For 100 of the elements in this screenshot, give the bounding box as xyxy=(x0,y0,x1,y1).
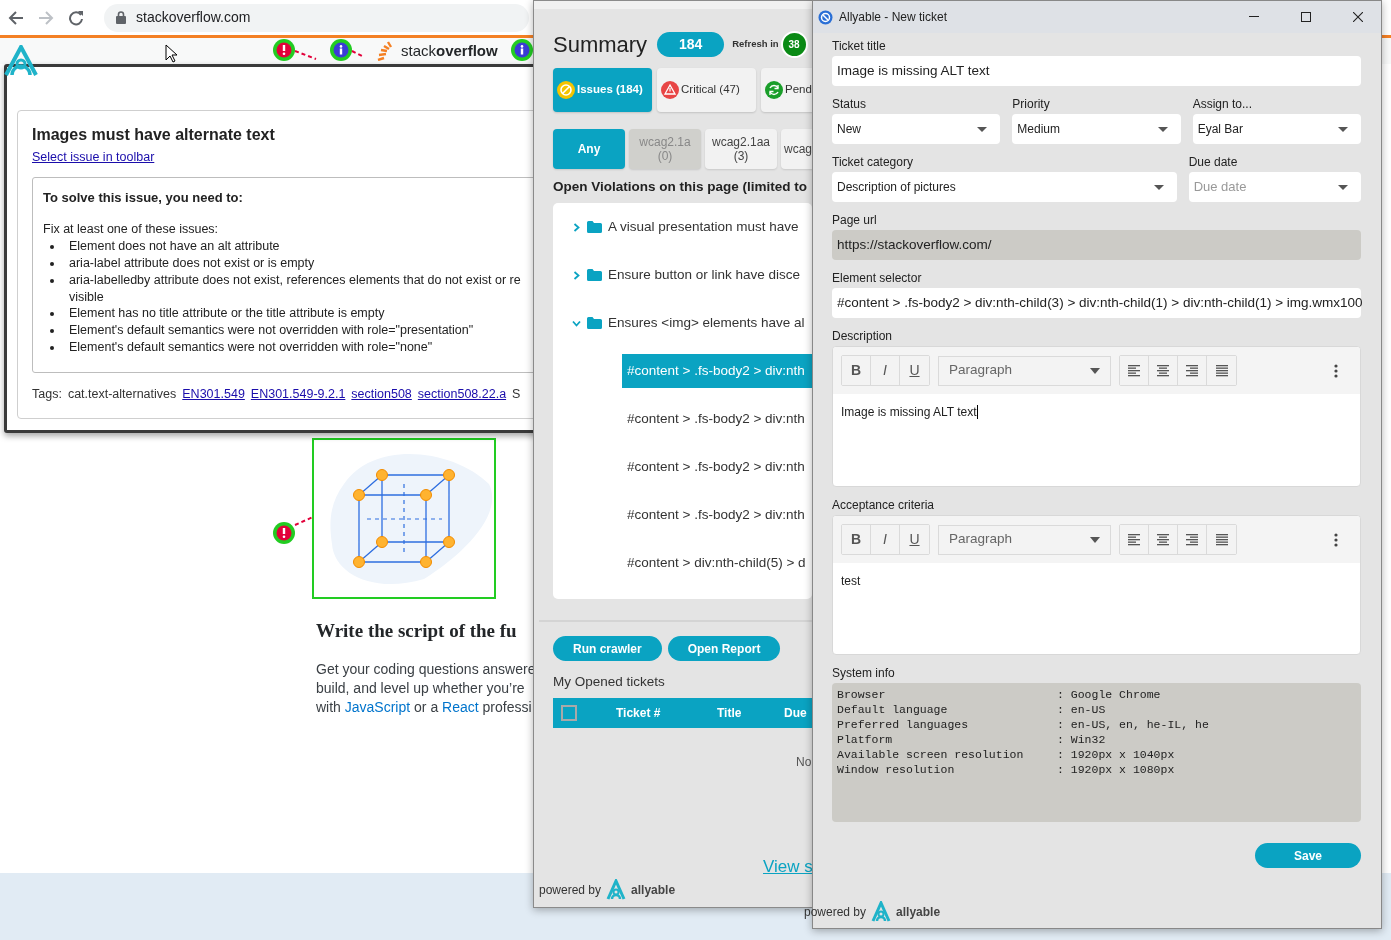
folder-icon xyxy=(587,317,602,329)
column-header: Title xyxy=(717,705,743,722)
caret-icon xyxy=(1152,183,1165,191)
info-key: Window resolution xyxy=(837,762,1057,777)
leader-line xyxy=(351,50,365,58)
folder-icon xyxy=(587,269,602,281)
format-dropdown[interactable]: Paragraph xyxy=(938,355,1111,386)
field-label: Assign to... xyxy=(1192,96,1254,112)
more-icon xyxy=(1334,364,1338,379)
empty-message: No xyxy=(796,754,812,771)
fix-item: Element does not have an alt attribute xyxy=(69,238,280,256)
info-key: Available screen resolution xyxy=(837,747,1057,762)
text-link[interactable]: JavaScript xyxy=(344,698,411,715)
title-field[interactable]: Image is missing ALT text xyxy=(832,56,1361,86)
bold-button[interactable]: B xyxy=(842,525,871,554)
field-label: Element selector xyxy=(832,270,923,286)
minimize-icon xyxy=(1249,16,1259,18)
info-value: : Google Chrome xyxy=(1057,687,1162,702)
tag-link[interactable]: EN301.549-9.2.1 xyxy=(250,385,346,404)
maximize-icon xyxy=(1301,12,1311,22)
violation-group[interactable]: Ensures <img> elements have al xyxy=(553,299,812,347)
category-dropdown[interactable]: Description of pictures xyxy=(832,172,1177,202)
close-icon xyxy=(1353,12,1363,22)
leader-line xyxy=(294,516,314,526)
editor-content[interactable]: Image is missing ALT text xyxy=(833,394,1360,486)
selector-item[interactable]: #content > div:nth-child(5) > d xyxy=(622,546,812,580)
reload-icon[interactable] xyxy=(68,9,84,26)
align-center-icon xyxy=(1157,364,1169,377)
format-dropdown[interactable]: Paragraph xyxy=(938,524,1111,555)
info-key: Default language xyxy=(837,702,1057,717)
back-icon[interactable] xyxy=(8,9,24,26)
filter-chip[interactable]: wcag2.1aa (3) xyxy=(705,129,777,169)
violation-group[interactable]: Ensure button or link have disce xyxy=(553,251,812,299)
selector-item[interactable]: #content > .fs-body2 > div:nth xyxy=(622,402,812,436)
bullet-icon xyxy=(50,262,54,267)
powered-by-label: powered by xyxy=(804,904,867,921)
column-header: Due xyxy=(784,705,807,722)
selector-field[interactable]: #content > .fs-body2 > div:nth-child(3) > div:nth-child(1) > div:nth-child(1) > img.wmx100 xyxy=(832,288,1361,318)
field-label: Page url xyxy=(832,212,878,228)
allyable-logo-icon xyxy=(3,45,39,77)
tag-link[interactable]: section508.22.a xyxy=(417,385,507,404)
priority-dropdown[interactable]: Medium xyxy=(1012,114,1181,144)
field-label: Ticket title xyxy=(832,38,887,54)
caret-icon xyxy=(1090,367,1100,374)
violation-group[interactable]: A visual presentation must have xyxy=(553,203,812,251)
fix-item: Element's default semantics were not overridden with role="none" xyxy=(69,339,433,356)
bold-button[interactable]: B xyxy=(842,356,871,385)
brand-logo-icon xyxy=(870,901,893,923)
field-label: Due date xyxy=(1188,154,1239,170)
fix-intro: Fix at least one of these issues: xyxy=(43,220,220,238)
field-label: Status xyxy=(832,96,868,112)
field-label: Description xyxy=(832,328,894,344)
window-title: Allyable - New ticket xyxy=(839,9,949,26)
info-value: : 1920px x 1040px xyxy=(1057,747,1176,762)
info-value: : en-US, en, he-IL, he xyxy=(1057,717,1210,732)
tag-link[interactable]: section508 xyxy=(351,385,412,404)
bullet-icon xyxy=(50,329,54,334)
tickets-heading: My Opened tickets xyxy=(553,673,666,691)
bullet-icon xyxy=(50,312,54,317)
summary-tab[interactable]: Critical (47) xyxy=(657,68,756,112)
select-all-checkbox[interactable] xyxy=(561,705,577,721)
site-logo: stackoverflow xyxy=(401,42,498,60)
text-link[interactable]: React xyxy=(442,698,479,715)
powered-by-label: powered by xyxy=(539,882,602,899)
brand-logo-icon xyxy=(605,879,628,901)
app-icon xyxy=(818,9,833,25)
refresh-label: Refresh in xyxy=(732,36,779,51)
summary-tab[interactable]: Pend xyxy=(761,68,812,112)
field-label: Acceptance criteria xyxy=(832,497,936,513)
fix-item: Element's default semantics were not overridden with role="presentation" xyxy=(69,322,474,340)
selector-item[interactable]: #content > .fs-body2 > div:nth xyxy=(622,498,812,532)
chevron-down-icon xyxy=(572,318,581,328)
selector-item[interactable]: #content > .fs-body2 > div:nth xyxy=(622,450,812,484)
info-value: : en-US xyxy=(1057,702,1107,717)
filter-chip[interactable]: wcag xyxy=(781,129,812,169)
folder-icon xyxy=(587,221,602,233)
refresh-icon xyxy=(765,81,783,99)
column-header: Ticket # xyxy=(616,705,662,722)
assignee-dropdown[interactable]: Eyal Bar xyxy=(1192,114,1361,144)
tag-link[interactable]: EN301.549 xyxy=(182,385,245,404)
caret-icon xyxy=(1090,536,1100,543)
align-left-button[interactable] xyxy=(1120,356,1149,385)
editor-content[interactable]: test xyxy=(833,563,1360,654)
fix-item: aria-label attribute does not exist or is empty xyxy=(69,255,315,272)
address-bar[interactable]: stackoverflow.com xyxy=(104,3,529,32)
summary-title: Summary xyxy=(553,30,648,59)
align-left-button[interactable] xyxy=(1120,525,1149,554)
fix-heading: To solve this issue, you need to: xyxy=(43,189,244,207)
align-right-icon xyxy=(1186,364,1198,377)
fix-item: Element has no title attribute or the title attribute is empty xyxy=(69,305,385,323)
justify-icon xyxy=(1215,364,1228,377)
field-label: System info xyxy=(832,665,896,681)
info-key: Browser xyxy=(837,687,1057,702)
ban-icon xyxy=(557,81,575,99)
chevron-right-icon xyxy=(572,222,581,232)
select-issue-link[interactable]: Select issue in toolbar xyxy=(32,148,155,167)
info-key: Platform xyxy=(837,732,1057,747)
section-heading: Write the script of the fu xyxy=(316,619,518,643)
field-label: Ticket category xyxy=(832,154,914,170)
status-dropdown[interactable]: New xyxy=(832,114,1001,144)
